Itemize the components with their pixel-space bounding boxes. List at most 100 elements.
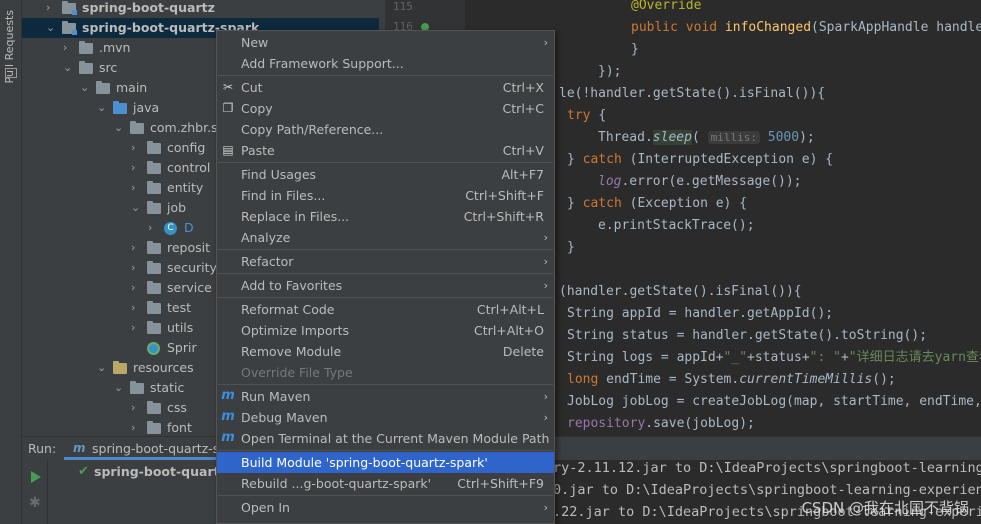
menu-item-paste[interactable]: ▤ Paste Ctrl+V [217, 140, 554, 161]
expand-arrow-icon[interactable]: › [131, 298, 141, 318]
expand-arrow-icon[interactable]: › [131, 278, 141, 298]
folder-icon [96, 81, 110, 94]
folder-icon [147, 321, 161, 334]
menu-item-analyze[interactable]: Analyze › [217, 227, 554, 248]
code-line: public void infoChanged(SparkAppHandle h… [631, 20, 981, 35]
menu-item-label: Add to Favorites [241, 278, 343, 293]
run-config-tab[interactable]: spring-boot-quartz-s [92, 441, 219, 456]
class-icon: C [164, 222, 177, 235]
expand-arrow-icon[interactable]: › [131, 418, 141, 436]
expand-arrow-icon[interactable]: › [46, 0, 56, 18]
menu-item-label: Open Terminal at the Current Maven Modul… [241, 431, 550, 446]
scissors-icon: ✂ [222, 80, 234, 94]
menu-item-replace-in-files[interactable]: Replace in Files... Ctrl+Shift+R [217, 206, 554, 227]
submenu-arrow-icon: › [543, 231, 548, 244]
tree-item-label: css [167, 400, 187, 415]
menu-item-remove-module[interactable]: Remove Module Delete [217, 341, 554, 362]
tree-item-label: job [167, 200, 187, 215]
menu-item-label: Debug Maven [241, 410, 328, 425]
menu-item-find-usages[interactable]: Find Usages Alt+F7 [217, 164, 554, 185]
menu-item-label: Copy Path/Reference... [241, 122, 384, 137]
resources-folder-icon [113, 361, 127, 374]
run-label: Run: [28, 441, 57, 456]
menu-shortcut: Ctrl+C [502, 101, 544, 116]
code-line: String appId = handler.getAppId(); [567, 306, 834, 321]
collapse-arrow-icon[interactable]: ⌄ [131, 198, 141, 218]
menu-item-label: Find Usages [241, 167, 317, 182]
expand-arrow-icon[interactable]: › [131, 158, 141, 178]
menu-separator [218, 495, 553, 496]
menu-item-add-framework-support[interactable]: Add Framework Support... [217, 53, 554, 74]
pull-requests-icon [5, 68, 17, 78]
menu-item-open-terminal-at-the-current-maven-module-path[interactable]: m Open Terminal at the Current Maven Modu… [217, 428, 554, 449]
menu-item-copy-path-reference[interactable]: Copy Path/Reference... [217, 119, 554, 140]
menu-item-build-module-spring-boot-quartz-spark[interactable]: Build Module 'spring-boot-quartz-spark' [217, 452, 554, 473]
collapse-arrow-icon[interactable]: ⌄ [114, 118, 124, 138]
collapse-arrow-icon[interactable]: ⌄ [97, 98, 107, 118]
menu-item-find-in-files[interactable]: Find in Files... Ctrl+Shift+F [217, 185, 554, 206]
menu-item-rebuild-g-boot-quartz-spark[interactable]: Rebuild ...g-boot-quartz-spark' Ctrl+Shif… [217, 473, 554, 494]
collapse-arrow-icon[interactable]: ⌄ [63, 58, 73, 78]
expand-arrow-icon[interactable]: › [131, 398, 141, 418]
expand-arrow-icon[interactable]: › [148, 218, 158, 238]
rerun-icon[interactable] [31, 471, 41, 483]
code-line: le(!handler.getState().isFinal()){ [559, 86, 826, 101]
submenu-arrow-icon: › [543, 390, 548, 403]
expand-arrow-icon[interactable]: › [63, 38, 73, 58]
menu-item-new[interactable]: New › [217, 32, 554, 53]
menu-item-label: Analyze [241, 230, 291, 245]
code-line: String status = handler.getState().toStr… [567, 328, 928, 343]
expand-arrow-icon[interactable]: › [131, 258, 141, 278]
folder-icon [147, 421, 161, 434]
menu-item-label: Refactor [241, 254, 294, 269]
tree-item[interactable]: › spring-boot-quartz [22, 0, 385, 18]
menu-item-label: Optimize Imports [241, 323, 350, 338]
menu-separator [218, 75, 553, 76]
menu-item-label: Reformat Code [241, 302, 335, 317]
menu-shortcut: Ctrl+V [502, 143, 544, 158]
menu-item-reformat-code[interactable]: Reformat Code Ctrl+Alt+L [217, 299, 554, 320]
menu-item-label: Run Maven [241, 389, 311, 404]
tree-item-label: .mvn [99, 40, 131, 55]
menu-item-refactor[interactable]: Refactor › [217, 251, 554, 272]
menu-item-copy[interactable]: ❐ Copy Ctrl+C [217, 98, 554, 119]
code-line: } catch (InterruptedException e) { [567, 152, 834, 167]
expand-arrow-icon[interactable]: › [131, 238, 141, 258]
menu-item-run-maven[interactable]: m Run Maven › [217, 386, 554, 407]
collapse-arrow-icon[interactable]: ⌄ [114, 378, 124, 398]
clipboard-icon: ▤ [222, 143, 234, 157]
maven-icon: m [73, 441, 86, 455]
expand-arrow-icon[interactable]: › [131, 318, 141, 338]
menu-shortcut: Ctrl+Alt+O [474, 323, 544, 338]
menu-item-label: Replace in Files... [241, 209, 350, 224]
code-line: String logs = appId+"_"+status+": "+"详细日… [567, 350, 981, 365]
menu-item-add-to-favorites[interactable]: Add to Favorites › [217, 275, 554, 296]
module-icon [62, 21, 77, 35]
tree-item-label: spring-boot-quartz [82, 0, 215, 15]
code-line: } [631, 42, 639, 57]
expand-arrow-icon[interactable]: › [131, 138, 141, 158]
maven-icon: m [221, 388, 235, 403]
menu-separator [218, 297, 553, 298]
debug-settings-icon[interactable]: ✱ [29, 495, 41, 511]
menu-shortcut: Ctrl+Alt+L [476, 302, 544, 317]
tree-item-label: com.zhbr.s [150, 120, 218, 135]
code-line: repository.save(jobLog); [567, 416, 755, 431]
tree-item-label: Sprir [167, 340, 197, 355]
run-result-tree: ✔ spring-boot-quartz- [48, 460, 232, 524]
run-result-item[interactable]: spring-boot-quartz- [94, 464, 232, 479]
tree-item-label: java [133, 100, 160, 115]
code-line: JobLog jobLog = createJobLog(map, startT… [567, 394, 981, 409]
menu-item-label: Override File Type [241, 365, 353, 380]
folder-icon [130, 121, 144, 134]
menu-item-cut[interactable]: ✂ Cut Ctrl+X [217, 77, 554, 98]
menu-item-optimize-imports[interactable]: Optimize Imports Ctrl+Alt+O [217, 320, 554, 341]
collapse-arrow-icon[interactable]: ⌄ [97, 358, 107, 378]
collapse-arrow-icon[interactable]: ⌄ [80, 78, 90, 98]
submenu-arrow-icon: › [543, 279, 548, 292]
menu-item-open-in[interactable]: Open In › [217, 497, 554, 518]
collapse-arrow-icon[interactable]: ⌄ [46, 18, 56, 38]
menu-item-debug-maven[interactable]: m Debug Maven › [217, 407, 554, 428]
expand-arrow-icon[interactable]: › [131, 178, 141, 198]
maven-icon: m [221, 430, 235, 445]
